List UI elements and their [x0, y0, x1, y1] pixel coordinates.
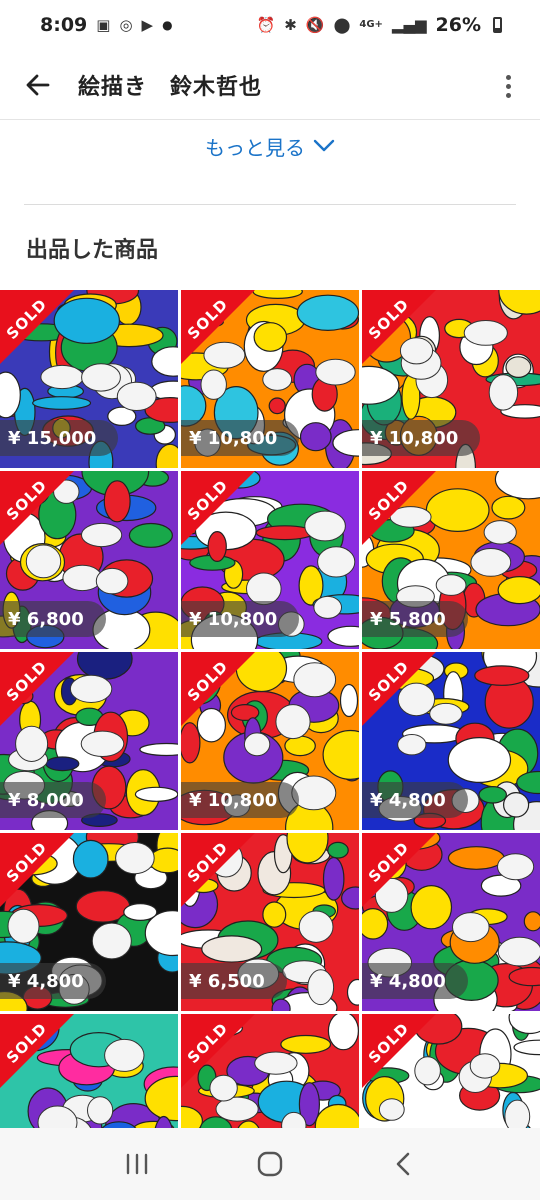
product-tile[interactable]: SOLD	[181, 1014, 359, 1128]
price-tag: ¥ 10,800	[362, 420, 481, 456]
more-options-button[interactable]	[496, 68, 520, 104]
product-tile[interactable]: SOLD ¥ 10,800	[181, 652, 359, 830]
recent-apps-button[interactable]	[107, 1134, 167, 1194]
product-tile[interactable]: SOLD	[0, 1014, 178, 1128]
product-grid: SOLD ¥ 15,000 SOLD ¥ 10,800 SOLD ¥ 10,800 SOLD…	[0, 290, 540, 1128]
arrow-left-icon	[26, 74, 50, 95]
bluetooth-icon: ✱	[284, 15, 297, 34]
system-nav-bar	[0, 1128, 540, 1200]
battery-percent: 26%	[435, 14, 481, 36]
price-tag: ¥ 4,800	[0, 963, 106, 999]
section-title: 出品した商品	[26, 238, 159, 263]
product-tile[interactable]: SOLD ¥ 10,800	[181, 471, 359, 649]
chevron-down-icon	[313, 139, 335, 152]
alarm-icon: ⏰	[256, 15, 276, 34]
product-tile[interactable]: SOLD ¥ 10,800	[181, 290, 359, 468]
recent-apps-icon	[126, 1153, 147, 1175]
product-tile[interactable]: SOLD ¥ 15,000	[0, 290, 178, 468]
price-tag: ¥ 10,800	[181, 420, 300, 456]
signal-icon: ▂▄▆	[391, 15, 427, 34]
back-button[interactable]	[18, 65, 58, 105]
home-button[interactable]	[240, 1134, 300, 1194]
location-icon: ⬤	[333, 15, 351, 34]
product-tile[interactable]: SOLD ¥ 6,500	[181, 833, 359, 1011]
product-tile[interactable]: SOLD ¥ 5,800	[362, 471, 540, 649]
divider	[24, 204, 516, 205]
product-tile[interactable]: SOLD	[362, 1014, 540, 1128]
see-more-link[interactable]: もっと見る	[0, 128, 540, 164]
home-icon	[257, 1151, 283, 1177]
status-right: ⏰ ✱ 🔇 ⬤ 4G+ ▂▄▆ 26%	[257, 14, 502, 36]
see-more-label: もっと見る	[205, 135, 305, 160]
price-tag: ¥ 8,000	[0, 782, 106, 818]
more-vert-icon	[505, 74, 511, 80]
gallery-notification-icon: ▣	[96, 15, 111, 34]
status-bar: 8:09 ▣ ◎ ▶ ● ⏰ ✱ 🔇 ⬤ 4G+ ▂▄▆ 26%	[0, 0, 540, 50]
product-tile[interactable]: SOLD ¥ 8,000	[0, 652, 178, 830]
page-title: 絵描き 鈴木哲也	[78, 74, 263, 100]
price-tag: ¥ 10,800	[181, 782, 300, 818]
youtube-notification-icon: ▶	[141, 15, 154, 34]
battery-icon	[493, 17, 502, 33]
instagram-notification-icon: ◎	[119, 15, 133, 34]
app-bar: 絵描き 鈴木哲也	[0, 50, 540, 120]
back-nav-button[interactable]	[373, 1134, 433, 1194]
price-tag: ¥ 4,800	[362, 782, 468, 818]
mute-icon: 🔇	[305, 15, 325, 34]
product-tile[interactable]: SOLD ¥ 4,800	[362, 833, 540, 1011]
chevron-left-icon	[397, 1152, 410, 1176]
network-type-label: 4G+	[359, 19, 383, 30]
price-tag: ¥ 6,800	[0, 601, 106, 637]
price-tag: ¥ 10,800	[181, 601, 300, 637]
price-tag: ¥ 6,500	[181, 963, 287, 999]
status-time: 8:09	[40, 14, 88, 36]
product-tile[interactable]: SOLD ¥ 4,800	[0, 833, 178, 1011]
product-tile[interactable]: SOLD ¥ 6,800	[0, 471, 178, 649]
product-tile[interactable]: SOLD ¥ 4,800	[362, 652, 540, 830]
price-tag: ¥ 15,000	[0, 420, 119, 456]
product-tile[interactable]: SOLD ¥ 10,800	[362, 290, 540, 468]
more-notifications-icon: ●	[162, 18, 173, 32]
price-tag: ¥ 4,800	[362, 963, 468, 999]
price-tag: ¥ 5,800	[362, 601, 468, 637]
status-left: 8:09 ▣ ◎ ▶ ●	[40, 14, 173, 36]
